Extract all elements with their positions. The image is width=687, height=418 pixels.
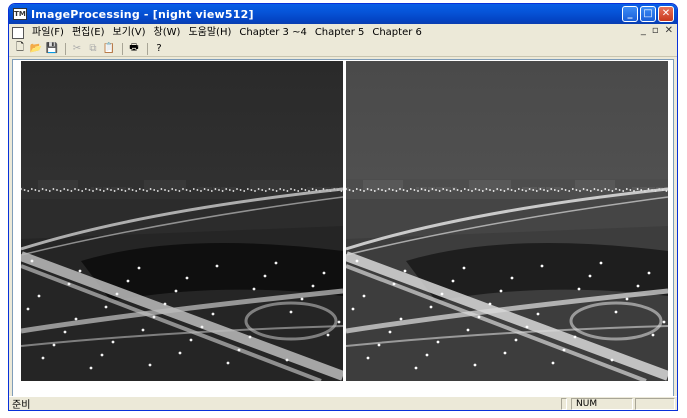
mdi-close-icon[interactable]: ✕ xyxy=(665,25,673,36)
menu-file[interactable]: 파일(F) xyxy=(28,25,68,41)
open-folder-icon[interactable]: 📂 xyxy=(29,42,43,55)
new-document-icon[interactable]: 🗋 xyxy=(13,42,27,55)
toolbar-separator xyxy=(122,42,123,55)
status-bar: 준비 NUM xyxy=(9,396,677,410)
mdi-restore-icon[interactable]: ▫ xyxy=(652,25,659,36)
window-title: ImageProcessing - [night view512] xyxy=(31,7,254,21)
menu-edit[interactable]: 편집(E) xyxy=(68,25,109,41)
application-window: TM ImageProcessing - [night view512] _ □… xyxy=(8,3,678,411)
toolbar-separator xyxy=(65,42,66,55)
menu-chapter-5[interactable]: Chapter 5 xyxy=(311,25,369,41)
title-bar[interactable]: TM ImageProcessing - [night view512] _ □… xyxy=(9,4,677,24)
copy-icon[interactable]: ⧉ xyxy=(86,42,100,55)
status-pane-empty xyxy=(561,398,567,410)
menu-chapter-3-4[interactable]: Chapter 3 ~4 xyxy=(235,25,310,41)
mdi-minimize-icon[interactable]: _ xyxy=(641,25,646,36)
print-icon[interactable]: 🖶 xyxy=(127,42,141,55)
status-text: 준비 xyxy=(12,400,31,411)
app-icon[interactable]: TM xyxy=(13,8,27,20)
close-button[interactable]: ✕ xyxy=(658,6,674,22)
menu-window[interactable]: 창(W) xyxy=(150,25,185,41)
document-client-area xyxy=(12,59,674,397)
menu-view[interactable]: 보기(V) xyxy=(109,25,150,41)
cut-icon[interactable]: ✂ xyxy=(70,42,84,55)
menu-chapter-6[interactable]: Chapter 6 xyxy=(368,25,426,41)
menu-help[interactable]: 도움말(H) xyxy=(184,25,235,41)
toolbar: 🗋 📂 💾 ✂ ⧉ 📋 🖶? xyxy=(9,41,677,57)
minimize-button[interactable]: _ xyxy=(622,6,638,22)
paste-icon[interactable]: 📋 xyxy=(102,42,116,55)
num-lock-indicator: NUM xyxy=(571,398,633,410)
original-night-view-image xyxy=(21,61,343,381)
help-icon[interactable]: ? xyxy=(152,42,166,55)
toolbar-separator xyxy=(147,42,148,55)
status-pane-scroll xyxy=(635,398,675,410)
save-icon[interactable]: 💾 xyxy=(45,42,59,55)
maximize-button[interactable]: □ xyxy=(640,6,656,22)
document-icon[interactable] xyxy=(12,26,24,39)
menu-bar: 파일(F) 편집(E) 보기(V) 창(W) 도움말(H) Chapter 3 ~4 Cha… xyxy=(9,24,677,41)
processed-night-view-image xyxy=(346,61,668,381)
